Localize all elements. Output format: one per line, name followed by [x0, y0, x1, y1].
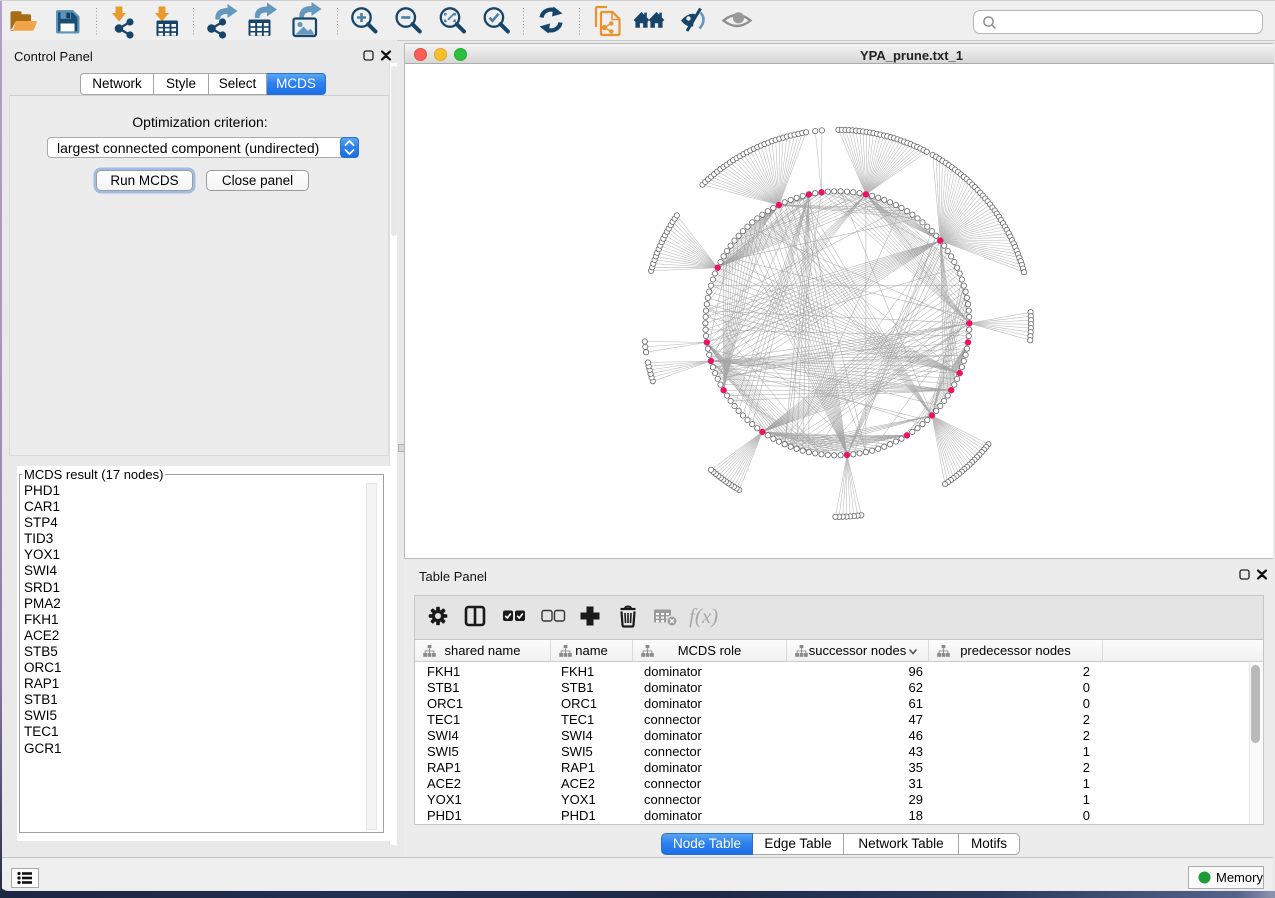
- svg-text:f(x): f(x): [689, 604, 718, 628]
